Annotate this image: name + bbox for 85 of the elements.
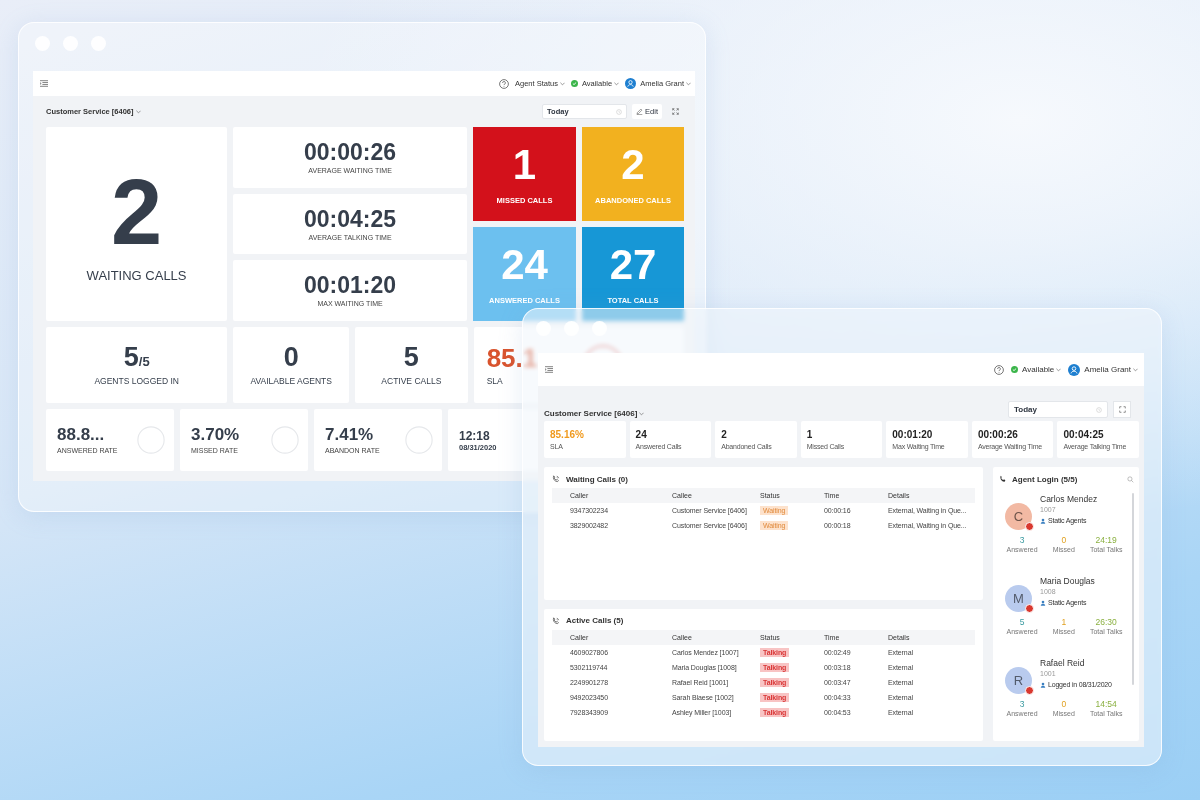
stat-value: 00:01:20 — [304, 274, 397, 298]
phone-icon — [999, 475, 1007, 483]
gauge-ring — [136, 425, 166, 455]
stat-value: 88.8... — [57, 426, 106, 443]
gauge-ring — [404, 425, 434, 455]
caret-icon — [686, 81, 691, 86]
stat-label: SLA — [486, 375, 504, 386]
stat-value: 1 — [512, 143, 537, 186]
agent-icon — [1040, 599, 1046, 606]
menu-icon[interactable] — [545, 366, 553, 373]
scrollbar[interactable] — [1132, 493, 1134, 685]
stat-value: 2 — [721, 429, 728, 440]
fullscreen-icon — [1118, 406, 1126, 413]
agent-stat-value: 3 — [1019, 699, 1025, 709]
stat-value: 7.41% — [325, 426, 375, 443]
stat-value: 2 — [110, 165, 163, 258]
fullscreen-button[interactable] — [1113, 401, 1131, 418]
help-icon[interactable] — [498, 78, 509, 89]
user-avatar-icon — [1068, 363, 1081, 376]
agent-icon — [1040, 681, 1046, 688]
panel-title: Waiting Calls (0) — [566, 474, 628, 484]
caret-icon — [559, 81, 565, 86]
stat-value: 27 — [609, 243, 657, 286]
caret-icon — [135, 109, 141, 114]
fullscreen-icon[interactable] — [672, 108, 679, 115]
agent-avatar: C — [1005, 503, 1032, 530]
caret-icon — [614, 81, 620, 86]
stat-value: 00:04:25 — [304, 207, 397, 231]
search-icon[interactable] — [1127, 475, 1134, 483]
agent-name: Carlos Mendez — [1040, 494, 1098, 504]
user-avatar-icon — [625, 78, 637, 89]
agent-stat-value: 1 — [1061, 617, 1067, 627]
agent-name: Rafael Reid — [1040, 658, 1086, 668]
stat-value: 1 — [806, 429, 814, 440]
stat-value: 85.16% — [550, 429, 585, 440]
user-menu[interactable]: Amelia Grant — [1068, 363, 1138, 376]
availability-dropdown[interactable]: Available — [1011, 365, 1062, 374]
stat-value: 0 — [283, 344, 299, 371]
agent-stat-value: 26:30 — [1095, 617, 1117, 627]
gauge-ring — [270, 425, 300, 455]
queue-dropdown[interactable]: Customer Service [6406] — [544, 409, 645, 418]
agent-icon — [1040, 517, 1046, 524]
stat-value: 3.70% — [191, 426, 240, 443]
stat-value: 2 — [621, 143, 645, 186]
help-icon[interactable] — [994, 364, 1004, 375]
status-dot — [1025, 686, 1034, 695]
stat-value: 00:04:25 — [1063, 429, 1105, 440]
clock-icon — [616, 108, 623, 115]
stat-value: 00:01:20 — [892, 429, 934, 440]
phone-icon — [552, 475, 560, 483]
agent-stat-value: 5 — [1019, 617, 1025, 627]
agent-avatar: M — [1005, 585, 1032, 612]
check-circle-icon — [1011, 366, 1018, 373]
stat-value: 00:00:26 — [977, 429, 1019, 440]
stat-label: AVAILABLE AGENTS — [250, 376, 332, 386]
phone-icon — [552, 616, 560, 625]
agent-stat-value: 24:19 — [1095, 535, 1117, 545]
check-circle-icon — [570, 80, 578, 87]
clock-icon — [1096, 406, 1102, 413]
stat-label: WAITING CALLS — [86, 267, 187, 283]
stat-label: ACTIVE CALLS — [381, 376, 442, 386]
status-dot — [1025, 604, 1034, 613]
caret-icon — [1056, 367, 1062, 372]
caret-icon — [1133, 367, 1138, 372]
stat-value: 24 — [501, 243, 548, 286]
stat-value: 5 — [403, 344, 419, 371]
agent-stat-value: 14:54 — [1095, 699, 1117, 709]
stat-value: 5/5 — [123, 344, 150, 371]
stat-value: 85.1 — [486, 344, 538, 371]
stat-label: AGENTS LOGGED IN — [94, 376, 179, 386]
clock-time: 12:18 — [459, 428, 490, 443]
panel-title: Active Calls (5) — [566, 616, 624, 625]
status-dot — [1025, 522, 1034, 531]
panel-title: Agent Login (5/5) — [1012, 474, 1078, 484]
agent-avatar: R — [1005, 667, 1032, 694]
date-range-field[interactable]: Today — [1008, 401, 1108, 418]
agent-name: Maria Douglas — [1040, 576, 1095, 586]
stat-value: 00:00:26 — [304, 140, 397, 164]
agent-stat-value: 3 — [1019, 535, 1025, 545]
stat-value: 24 — [635, 429, 648, 440]
agent-stat-value: 0 — [1061, 535, 1067, 545]
caret-icon — [639, 411, 645, 416]
agent-stat-value: 0 — [1061, 699, 1067, 709]
menu-icon[interactable] — [40, 80, 48, 87]
pencil-icon — [636, 108, 644, 115]
